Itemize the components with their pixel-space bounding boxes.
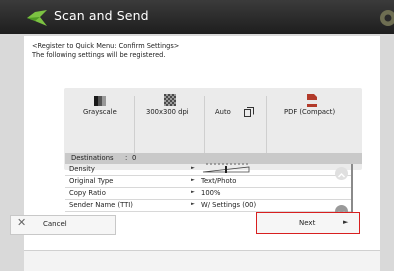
cancel-button[interactable]: ✕ Cancel (10, 215, 116, 235)
next-label: Next (299, 219, 316, 227)
chevron-up-icon (338, 173, 345, 178)
app-title: Scan and Send (54, 8, 149, 23)
destinations-separator: : (125, 154, 128, 162)
arrow-right-icon: ► (191, 177, 195, 183)
arrow-right-icon: ► (191, 189, 195, 195)
title-bar: Scan and Send (0, 0, 394, 34)
setting-key: Sender Name (TTI) (69, 201, 133, 209)
scrollbar[interactable] (351, 164, 353, 218)
density-slider-icon (202, 163, 250, 173)
arrow-right-icon: ► (343, 218, 349, 226)
setting-key: Copy Ratio (69, 189, 106, 197)
destinations-count: 0 (132, 154, 137, 162)
setting-value: W/ Settings (00) (201, 201, 257, 209)
info-message: The following settings will be registere… (32, 51, 166, 59)
color-mode-label: Grayscale (83, 108, 117, 116)
next-button[interactable]: Next ► (256, 212, 360, 234)
close-icon: ✕ (17, 216, 27, 229)
setting-row-original-type[interactable]: Original Type ► Text/Photo (65, 176, 351, 188)
resolution-label: 300x300 dpi (146, 108, 189, 116)
original-size-label: Auto (215, 108, 231, 116)
arrow-right-icon: ► (191, 201, 195, 207)
gear-icon[interactable] (377, 7, 394, 29)
scroll-up-button[interactable] (335, 167, 348, 180)
setting-value: Text/Photo (201, 177, 237, 185)
setting-row-sender-name[interactable]: Sender Name (TTI) ► W/ Settings (00) (65, 200, 351, 212)
pdf-file-icon (307, 94, 317, 107)
setting-row-density[interactable]: Density ► (65, 163, 351, 176)
arrow-right-icon: ► (191, 165, 195, 171)
file-format-label: PDF (Compact) (284, 108, 336, 116)
grayscale-icon (94, 96, 106, 106)
destinations-label: Destinations (71, 154, 114, 162)
copy-sides-icon (244, 107, 254, 117)
header-message: <Register to Quick Menu: Confirm Setting… (32, 42, 180, 50)
cancel-label: Cancel (43, 220, 67, 228)
scan-send-app-icon (27, 10, 47, 26)
resolution-icon (164, 94, 176, 106)
setting-key: Original Type (69, 177, 114, 185)
setting-key: Density (69, 165, 95, 173)
action-bar (24, 250, 380, 271)
setting-value: 100% (201, 189, 221, 197)
setting-row-copy-ratio[interactable]: Copy Ratio ► 100% (65, 188, 351, 200)
